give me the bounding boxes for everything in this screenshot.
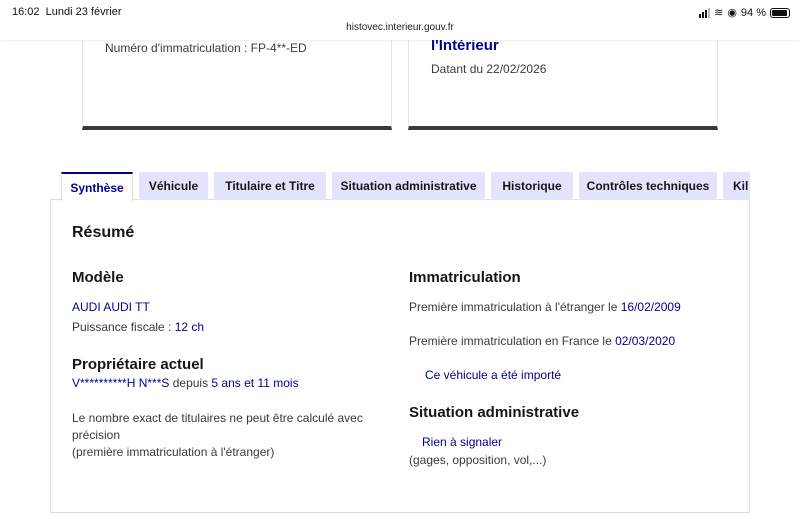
tab-historique[interactable]: Historique [491,172,573,200]
fiscal-power: Puissance fiscale : 12 ch [72,320,205,334]
model-heading: Modèle [72,269,124,286]
owner-value: V**********H N***S depuis 5 ans et 11 mo… [72,376,299,390]
tab-synthese[interactable]: Synthèse [61,172,133,201]
address-bar[interactable]: histovec.interieur.gouv.fr [0,22,800,33]
summary-title: Résumé [72,224,135,241]
titulaires-note: Le nombre exact de titulaires ne peut êt… [72,411,363,459]
tab-situation-administrative[interactable]: Situation administrative [332,172,485,200]
first-foreign-registration: Première immatriculation à l'étranger le… [409,300,681,314]
battery-percent: 94 % [740,6,766,19]
report-card: l'Intérieur Datant du 22/02/2026 [408,30,718,130]
system-icons: ≋ ◉ 94 % [699,6,790,19]
wifi-icon: ≋ [714,7,724,19]
first-france-registration: Première immatriculation en France le 02… [409,334,676,348]
tab-titulaire[interactable]: Titulaire et Titre [214,172,326,200]
browser-status-bar: 16:02 Lundi 23 février ≋ ◉ 94 % histovec… [0,0,800,40]
signal-icon [699,7,711,18]
report-date: Datant du 22/02/2026 [431,62,547,76]
plate-card: Numéro d'immatriculation : FP-4**-ED [82,30,392,130]
tab-controles-techniques[interactable]: Contrôles techniques [579,172,717,200]
status-time: 16:02 Lundi 23 février [12,6,122,18]
plate-number: Numéro d'immatriculation : FP-4**-ED [105,41,307,55]
battery-icon [770,7,790,18]
admin-status: Rien à signaler [422,435,503,449]
location-icon: ◉ [727,7,737,19]
admin-note: (gages, opposition, vol,...) [409,453,547,467]
owner-heading: Propriétaire actuel [72,356,204,373]
imported-status: Ce véhicule a été importé [425,368,562,382]
model-value: AUDI AUDI TT [72,300,150,314]
admin-heading: Situation administrative [409,404,580,421]
immat-heading: Immatriculation [409,269,521,286]
tab-vehicule[interactable]: Véhicule [139,172,208,200]
tab-kilometrage[interactable]: Kil [723,172,750,200]
